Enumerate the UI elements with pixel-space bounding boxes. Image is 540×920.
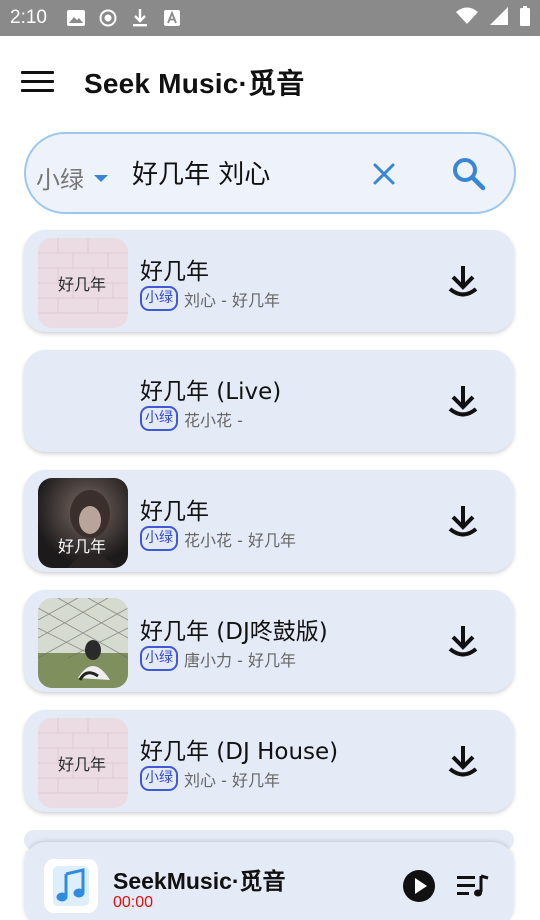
font-icon bbox=[163, 9, 181, 27]
playlist-icon[interactable] bbox=[457, 874, 489, 898]
download-icon[interactable] bbox=[448, 744, 478, 778]
song-subtitle: 花小花 - 好几年 bbox=[184, 530, 296, 550]
status-time: 2:10 bbox=[10, 7, 47, 28]
mini-player[interactable]: SeekMusic·觅音 00:00 bbox=[24, 842, 514, 920]
song-subtitle: 刘心 - 好几年 bbox=[184, 770, 280, 790]
song-title: 好几年 (DJ咚鼓版) bbox=[140, 619, 328, 645]
song-card[interactable]: 好几年 好几年 (DJ House) 小绿 刘心 - 好几年 bbox=[24, 710, 514, 812]
song-meta: 小绿 花小花 - bbox=[140, 406, 243, 431]
app-bar: Seek Music·觅音 bbox=[0, 36, 540, 126]
song-subtitle: 唐小力 - 好几年 bbox=[184, 650, 296, 670]
source-dropdown[interactable]: 小绿 bbox=[36, 160, 108, 195]
search-bar: 小绿 bbox=[24, 132, 516, 214]
song-card[interactable]: 好几年 (Live) 小绿 花小花 - bbox=[24, 350, 514, 452]
album-cover: 好几年 bbox=[38, 238, 128, 328]
song-meta: 小绿 刘心 - 好几年 bbox=[140, 766, 280, 791]
song-title: 好几年 (DJ House) bbox=[140, 739, 339, 765]
record-icon bbox=[99, 9, 117, 27]
download-icon[interactable] bbox=[448, 264, 478, 298]
search-input[interactable] bbox=[132, 157, 352, 187]
song-subtitle: 刘心 - 好几年 bbox=[184, 290, 280, 310]
image-icon bbox=[66, 9, 85, 27]
source-badge: 小绿 bbox=[140, 406, 178, 431]
dropdown-caret-icon bbox=[94, 175, 108, 182]
search-icon[interactable] bbox=[452, 157, 486, 191]
source-badge: 小绿 bbox=[140, 526, 178, 551]
song-title: 好几年 bbox=[140, 499, 209, 525]
song-title: 好几年 (Live) bbox=[140, 379, 282, 405]
player-title: SeekMusic·觅音 bbox=[113, 868, 286, 894]
play-icon[interactable] bbox=[402, 869, 436, 903]
download-icon[interactable] bbox=[448, 384, 478, 418]
wifi-icon bbox=[456, 7, 478, 29]
app-title: Seek Music·觅音 bbox=[84, 68, 305, 99]
source-badge: 小绿 bbox=[140, 766, 178, 791]
album-cover bbox=[38, 598, 128, 688]
song-title: 好几年 bbox=[140, 259, 209, 285]
song-meta: 小绿 刘心 - 好几年 bbox=[140, 286, 280, 311]
svg-text:好几年: 好几年 bbox=[58, 275, 106, 294]
source-badge: 小绿 bbox=[140, 286, 178, 311]
status-bar: 2:10 bbox=[0, 0, 540, 36]
song-meta: 小绿 花小花 - 好几年 bbox=[140, 526, 296, 551]
download-icon[interactable] bbox=[448, 504, 478, 538]
song-card[interactable]: 好几年 好几年 小绿 刘心 - 好几年 bbox=[24, 230, 514, 332]
source-badge: 小绿 bbox=[140, 646, 178, 671]
close-icon[interactable] bbox=[372, 162, 396, 186]
hamburger-menu-icon[interactable] bbox=[21, 71, 54, 93]
song-subtitle: 花小花 - bbox=[184, 410, 243, 430]
song-card[interactable]: 好几年 (DJ咚鼓版) 小绿 唐小力 - 好几年 bbox=[24, 590, 514, 692]
battery-icon bbox=[520, 6, 530, 30]
download-icon bbox=[131, 9, 149, 27]
cellular-signal-icon bbox=[490, 7, 508, 29]
source-selected-label: 小绿 bbox=[36, 166, 84, 194]
album-cover: 好几年 bbox=[38, 478, 128, 568]
song-meta: 小绿 唐小力 - 好几年 bbox=[140, 646, 296, 671]
svg-text:好几年: 好几年 bbox=[58, 755, 106, 774]
music-note-icon bbox=[44, 859, 98, 913]
svg-text:好几年: 好几年 bbox=[58, 537, 106, 556]
player-time: 00:00 bbox=[113, 894, 154, 911]
download-icon[interactable] bbox=[448, 624, 478, 658]
album-cover: 好几年 bbox=[38, 718, 128, 808]
song-card[interactable]: 好几年 好几年 小绿 花小花 - 好几年 bbox=[24, 470, 514, 572]
